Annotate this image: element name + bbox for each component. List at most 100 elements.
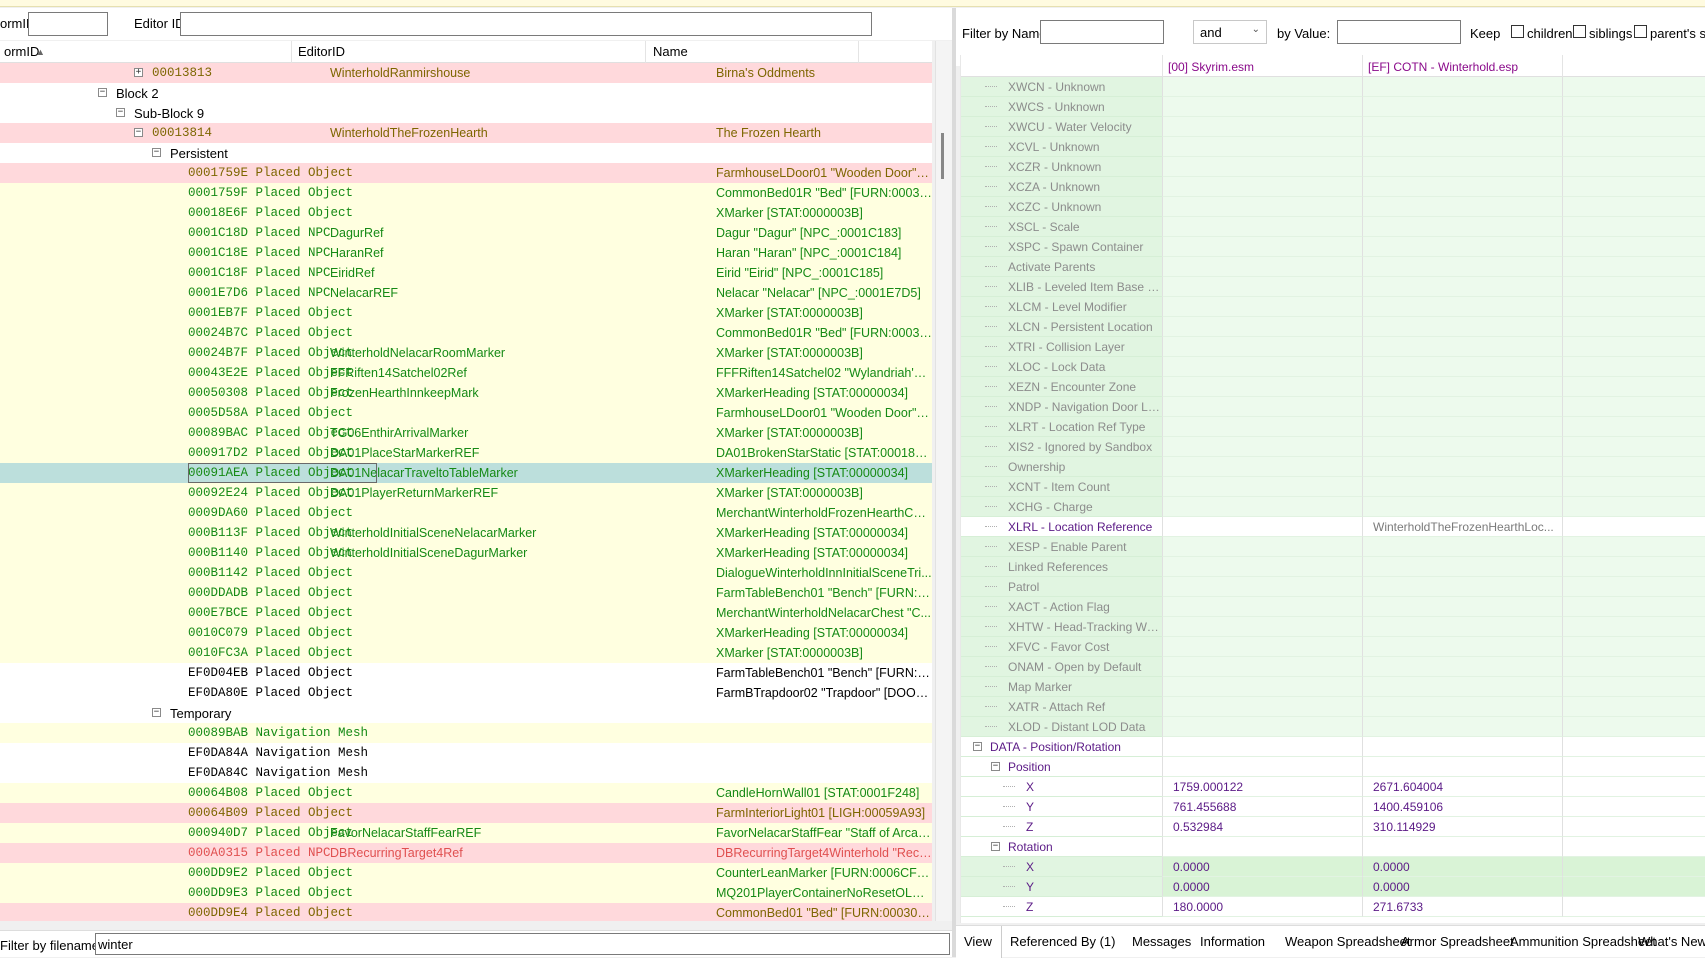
tree-row[interactable]: +00013813 WinterholdRanmirshouse Birna's O…: [0, 63, 932, 83]
record-field-row[interactable]: − DATA - Position/Rotation: [961, 737, 1705, 757]
cotn-winterhold-value-cell[interactable]: [1362, 357, 1562, 377]
skyrim-esm-value-cell[interactable]: [1162, 417, 1362, 437]
skyrim-esm-value-cell[interactable]: [1162, 457, 1362, 477]
cotn-winterhold-value-cell[interactable]: [1362, 417, 1562, 437]
tree-row[interactable]: 0001759E Placed Object FarmhouseLDoor01 "…: [0, 163, 932, 183]
collapse-icon[interactable]: −: [991, 842, 1000, 851]
skyrim-esm-value-cell[interactable]: [1162, 517, 1362, 537]
skyrim-esm-value-cell[interactable]: [1162, 637, 1362, 657]
pane-splitter[interactable]: [952, 8, 956, 957]
record-field-row[interactable]: − Rotation: [961, 837, 1705, 857]
tree-row[interactable]: 00024B7F Placed Object WinterholdNelacarR…: [0, 343, 932, 363]
cotn-winterhold-value-cell[interactable]: [1362, 437, 1562, 457]
tree-row[interactable]: 00092E24 Placed Object DA01PlayerReturnMa…: [0, 483, 932, 503]
skyrim-esm-value-cell[interactable]: [1162, 217, 1362, 237]
record-field-row[interactable]: Map Marker: [961, 677, 1705, 697]
cotn-winterhold-value-cell[interactable]: 271.6733: [1362, 897, 1562, 917]
record-field-row[interactable]: XWCU - Water Velocity: [961, 117, 1705, 137]
column-header-formid[interactable]: ormID ▲: [0, 41, 292, 63]
skyrim-esm-value-cell[interactable]: [1162, 297, 1362, 317]
record-field-row[interactable]: XCHG - Charge: [961, 497, 1705, 517]
record-view[interactable]: [00] Skyrim.esm [EF] COTN - Winterhold.e…: [960, 55, 1705, 923]
tab-armor-spreadsheet[interactable]: Armor Spreadsheet: [1401, 934, 1514, 949]
filter-operator-select[interactable]: and ⌄: [1193, 20, 1267, 44]
cotn-winterhold-value-cell[interactable]: [1362, 137, 1562, 157]
skyrim-esm-value-cell[interactable]: [1162, 697, 1362, 717]
scrollbar-thumb[interactable]: [941, 133, 944, 179]
record-field-row[interactable]: XCZA - Unknown: [961, 177, 1705, 197]
tree-row[interactable]: 0010C079 Placed Object XMarkerHeading [ST…: [0, 623, 932, 643]
tab-information[interactable]: Information: [1200, 934, 1265, 949]
tree-row-selected[interactable]: 00091AEA Placed Object DA01NelacarTravelt…: [0, 463, 932, 483]
skyrim-esm-value-cell[interactable]: [1162, 277, 1362, 297]
tree-row[interactable]: 000DD9E4 Placed Object CommonBed01 "Bed" …: [0, 903, 932, 921]
cotn-winterhold-value-cell[interactable]: [1362, 117, 1562, 137]
tree-group-row[interactable]: − Temporary: [0, 703, 932, 723]
tree-row[interactable]: 00018E6F Placed Object XMarker [STAT:0000…: [0, 203, 932, 223]
filter-name-input[interactable]: [1040, 20, 1164, 44]
cotn-winterhold-value-cell[interactable]: [1362, 677, 1562, 697]
record-field-row[interactable]: XATR - Attach Ref: [961, 697, 1705, 717]
record-field-row[interactable]: XESP - Enable Parent: [961, 537, 1705, 557]
collapse-icon[interactable]: −: [973, 742, 982, 751]
tree-row[interactable]: 000DDADB Placed Object FarmTableBench01 "…: [0, 583, 932, 603]
cotn-winterhold-value-cell[interactable]: [1362, 97, 1562, 117]
skyrim-esm-value-cell[interactable]: [1162, 657, 1362, 677]
record-field-row[interactable]: Z 0.532984 310.114929: [961, 817, 1705, 837]
record-field-row[interactable]: XSPC - Spawn Container: [961, 237, 1705, 257]
skyrim-esm-value-cell[interactable]: [1162, 617, 1362, 637]
tab-ammunition-spreadsheet[interactable]: Ammunition Spreadsheet: [1510, 934, 1656, 949]
filename-filter-input[interactable]: [95, 933, 950, 955]
collapse-icon[interactable]: −: [116, 108, 125, 117]
record-field-row[interactable]: XLCM - Level Modifier: [961, 297, 1705, 317]
skyrim-esm-value-cell[interactable]: [1162, 717, 1362, 737]
tree-row[interactable]: 00024B7C Placed Object CommonBed01R "Bed"…: [0, 323, 932, 343]
record-field-row[interactable]: XLRL - Location Reference WinterholdTheFr…: [961, 517, 1705, 537]
filter-value-input[interactable]: [1337, 20, 1461, 44]
cotn-winterhold-value-cell[interactable]: [1362, 637, 1562, 657]
tree-row[interactable]: 000917D2 Placed Object DA01PlaceStarMarke…: [0, 443, 932, 463]
skyrim-esm-value-cell[interactable]: [1162, 377, 1362, 397]
keep-children-checkbox[interactable]: [1511, 25, 1524, 38]
tree-row[interactable]: 0009DA60 Placed Object MerchantWinterhold…: [0, 503, 932, 523]
tree-row[interactable]: 000E7BCE Placed Object MerchantWinterhold…: [0, 603, 932, 623]
cotn-winterhold-value-cell[interactable]: [1362, 77, 1562, 97]
keep-siblings-checkbox[interactable]: [1573, 25, 1586, 38]
skyrim-esm-value-cell[interactable]: [1162, 197, 1362, 217]
cotn-winterhold-value-cell[interactable]: [1362, 177, 1562, 197]
tree-row[interactable]: 000B113F Placed Object WinterholdInitialS…: [0, 523, 932, 543]
collapse-icon[interactable]: −: [134, 128, 143, 137]
skyrim-esm-value-cell[interactable]: [1162, 477, 1362, 497]
collapse-icon[interactable]: −: [98, 88, 107, 97]
cotn-winterhold-value-cell[interactable]: 310.114929: [1362, 817, 1562, 837]
cotn-winterhold-value-cell[interactable]: [1362, 297, 1562, 317]
skyrim-esm-value-cell[interactable]: [1162, 437, 1362, 457]
skyrim-esm-value-cell[interactable]: [1162, 497, 1362, 517]
tree-row[interactable]: 0001E7D6 Placed NPC NelacarREF Nelacar "Ne…: [0, 283, 932, 303]
formid-input[interactable]: [28, 12, 108, 36]
keep-parents-siblings-checkbox[interactable]: [1634, 25, 1647, 38]
skyrim-esm-value-cell[interactable]: 1759.000122: [1162, 777, 1362, 797]
cotn-winterhold-value-cell[interactable]: [1362, 657, 1562, 677]
record-field-row[interactable]: XCVL - Unknown: [961, 137, 1705, 157]
cotn-winterhold-value-cell[interactable]: [1362, 757, 1562, 777]
cotn-winterhold-value-cell[interactable]: [1362, 697, 1562, 717]
tree-scrollbar[interactable]: [935, 41, 952, 921]
skyrim-esm-value-cell[interactable]: 0.0000: [1162, 857, 1362, 877]
record-field-row[interactable]: Linked References: [961, 557, 1705, 577]
tree-row[interactable]: 000940D7 Placed Object FavorNelacarStaffF…: [0, 823, 932, 843]
collapse-icon[interactable]: −: [152, 148, 161, 157]
skyrim-esm-value-cell[interactable]: [1162, 397, 1362, 417]
tree-row[interactable]: EF0DA84A Navigation Mesh: [0, 743, 932, 763]
record-field-row[interactable]: Y 0.0000 0.0000: [961, 877, 1705, 897]
record-field-row[interactable]: XLOD - Distant LOD Data: [961, 717, 1705, 737]
cotn-winterhold-value-cell[interactable]: [1362, 217, 1562, 237]
column-header-editorid[interactable]: EditorID: [294, 41, 646, 63]
cotn-winterhold-value-cell[interactable]: [1362, 157, 1562, 177]
cotn-winterhold-value-cell[interactable]: [1362, 537, 1562, 557]
cotn-winterhold-value-cell[interactable]: [1362, 477, 1562, 497]
cotn-winterhold-value-cell[interactable]: [1362, 257, 1562, 277]
record-field-row[interactable]: XCNT - Item Count: [961, 477, 1705, 497]
skyrim-esm-value-cell[interactable]: 0.532984: [1162, 817, 1362, 837]
tree-row[interactable]: 00089BAB Navigation Mesh: [0, 723, 932, 743]
